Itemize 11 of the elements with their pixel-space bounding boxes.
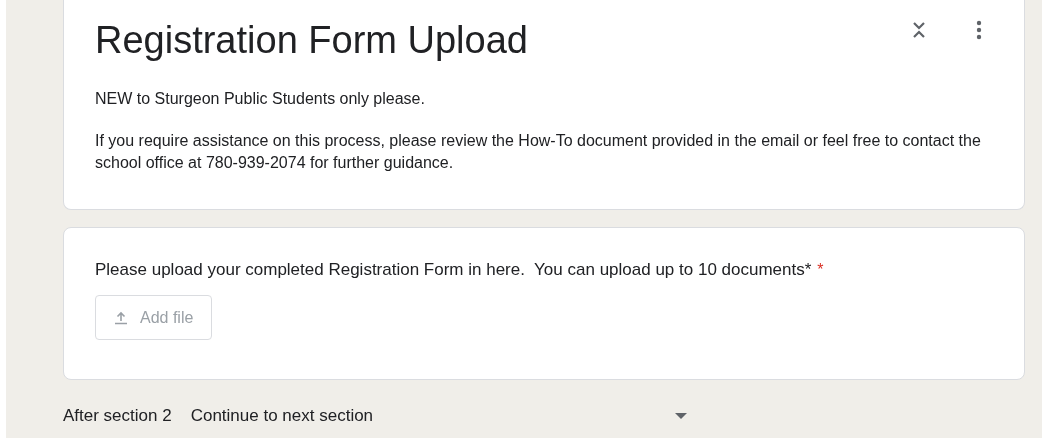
description-text: NEW to Sturgeon Public Students only please. (95, 89, 426, 109)
dropdown-caret-icon (674, 413, 687, 419)
collapse-expand-icon[interactable] (912, 20, 926, 40)
required-mark: * (817, 261, 824, 278)
section-title: Registration Form Upload (95, 18, 528, 63)
upload-icon (114, 310, 128, 325)
description-text: If you require assistance on this process, please review the How-To document provided in the email or feel free to contact the school office at 780-939-2074 for further guidance. (95, 131, 982, 173)
after-section-label: After section 2 (63, 406, 172, 426)
question-text: Please upload your completed Registration Form in here. You can upload up to 10 documents* (95, 260, 812, 279)
more-options-icon[interactable] (976, 20, 982, 40)
next-section-dropdown[interactable]: Continue to next section (190, 406, 687, 426)
